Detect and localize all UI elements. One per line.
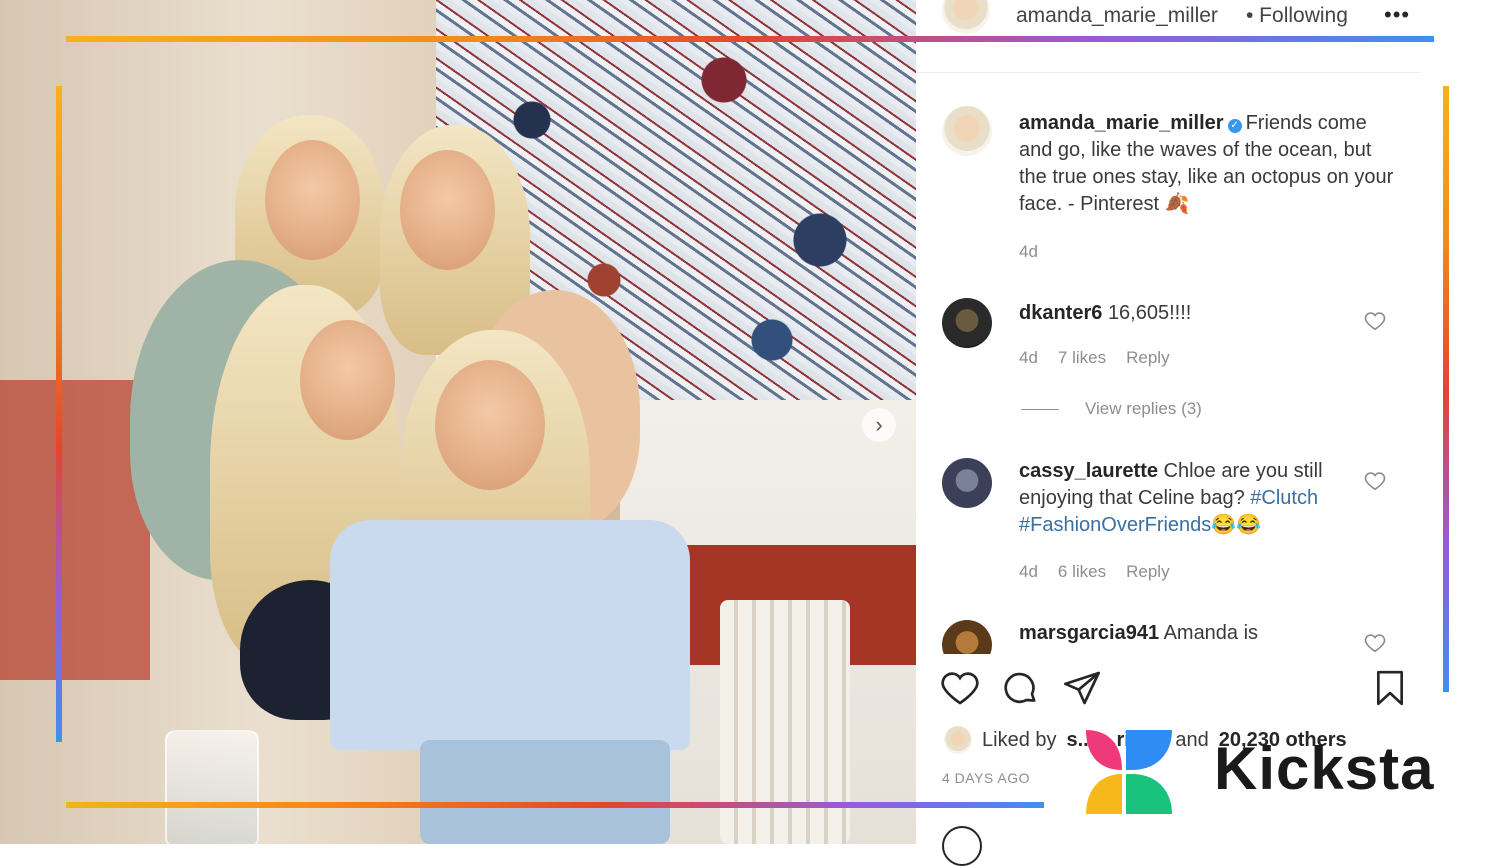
comment-likes[interactable]: 7 likes xyxy=(1058,348,1106,368)
view-replies-button[interactable]: View replies (3) xyxy=(1019,399,1202,419)
emoji-icon[interactable] xyxy=(942,826,982,866)
avatar[interactable] xyxy=(942,458,992,508)
comment-likes[interactable]: 6 likes xyxy=(1058,562,1106,582)
heart-icon[interactable] xyxy=(940,668,980,708)
comment-age: 4d xyxy=(1019,562,1038,581)
caption-age: 4d xyxy=(1019,242,1038,261)
comment-text: dkanter6 16,605!!!! xyxy=(1019,300,1399,327)
avatar[interactable] xyxy=(942,106,992,156)
comment-username[interactable]: cassy_laurette xyxy=(1019,460,1158,482)
comment: marsgarcia941 Amanda is xyxy=(916,618,1420,654)
action-bar xyxy=(940,668,1416,712)
heart-icon[interactable] xyxy=(1364,310,1386,332)
heart-icon[interactable] xyxy=(1364,470,1386,492)
person-jeans xyxy=(420,740,670,844)
post-timestamp: 4 DAYS AGO xyxy=(942,770,1030,786)
person-face xyxy=(435,360,545,490)
photo-banquette xyxy=(0,380,150,680)
avatar[interactable] xyxy=(944,726,972,754)
comment-age: 4d xyxy=(1019,348,1038,367)
frame-top xyxy=(66,36,1434,42)
post-photo: › xyxy=(0,0,916,844)
caption-username[interactable]: amanda_marie_miller xyxy=(1019,112,1224,134)
frame-left xyxy=(56,86,62,742)
view-replies-label: View replies (3) xyxy=(1085,399,1202,418)
person-face xyxy=(300,320,395,440)
caption-meta: 4d xyxy=(1019,242,1038,262)
post-panel: amanda_marie_miller • Following ••• aman… xyxy=(916,0,1500,866)
bookmark-icon[interactable] xyxy=(1370,668,1410,708)
person-face xyxy=(400,150,495,270)
person-face xyxy=(265,140,360,260)
kicksta-mark-icon xyxy=(1086,730,1172,814)
avatar[interactable] xyxy=(942,298,992,348)
comment-text: cassy_laurette Chloe are you still enjoy… xyxy=(1019,458,1399,539)
header-username[interactable]: amanda_marie_miller xyxy=(1016,4,1218,28)
liked-by-prefix: Liked by xyxy=(982,728,1057,751)
chevron-right-icon: › xyxy=(875,412,883,437)
avatar[interactable] xyxy=(942,0,990,34)
more-icon[interactable]: ••• xyxy=(1384,2,1410,28)
kicksta-logo: Kicksta xyxy=(1082,726,1442,818)
comment-username[interactable]: marsgarcia941 xyxy=(1019,622,1159,644)
heart-icon[interactable] xyxy=(1364,632,1386,654)
comment-emoji: 😂😂 xyxy=(1211,514,1262,536)
comment-username[interactable]: dkanter6 xyxy=(1019,302,1102,324)
next-photo-button[interactable]: › xyxy=(862,408,896,442)
following-button[interactable]: • Following xyxy=(1246,4,1348,28)
comment-icon[interactable] xyxy=(1000,668,1040,708)
reply-button[interactable]: Reply xyxy=(1126,348,1169,368)
comment-text: marsgarcia941 Amanda is xyxy=(1019,620,1399,647)
photo-glass xyxy=(165,730,259,844)
verified-icon: ✓ xyxy=(1227,119,1242,133)
reply-button[interactable]: Reply xyxy=(1126,562,1169,582)
comment-body: Amanda is xyxy=(1163,622,1259,644)
share-icon[interactable] xyxy=(1062,668,1102,708)
frame-right xyxy=(1443,86,1449,692)
kicksta-wordmark: Kicksta xyxy=(1214,735,1435,802)
comment-body: 16,605!!!! xyxy=(1107,302,1192,324)
avatar[interactable] xyxy=(942,620,992,654)
person-top xyxy=(330,520,690,750)
divider xyxy=(1021,408,1059,410)
comment-meta: 4d 7 likes Reply xyxy=(1019,348,1170,368)
caption-text: amanda_marie_miller ✓ Friends come and go,… xyxy=(1019,110,1399,218)
frame-bottom xyxy=(66,802,1044,808)
comment-meta: 4d 6 likes Reply xyxy=(1019,562,1170,582)
